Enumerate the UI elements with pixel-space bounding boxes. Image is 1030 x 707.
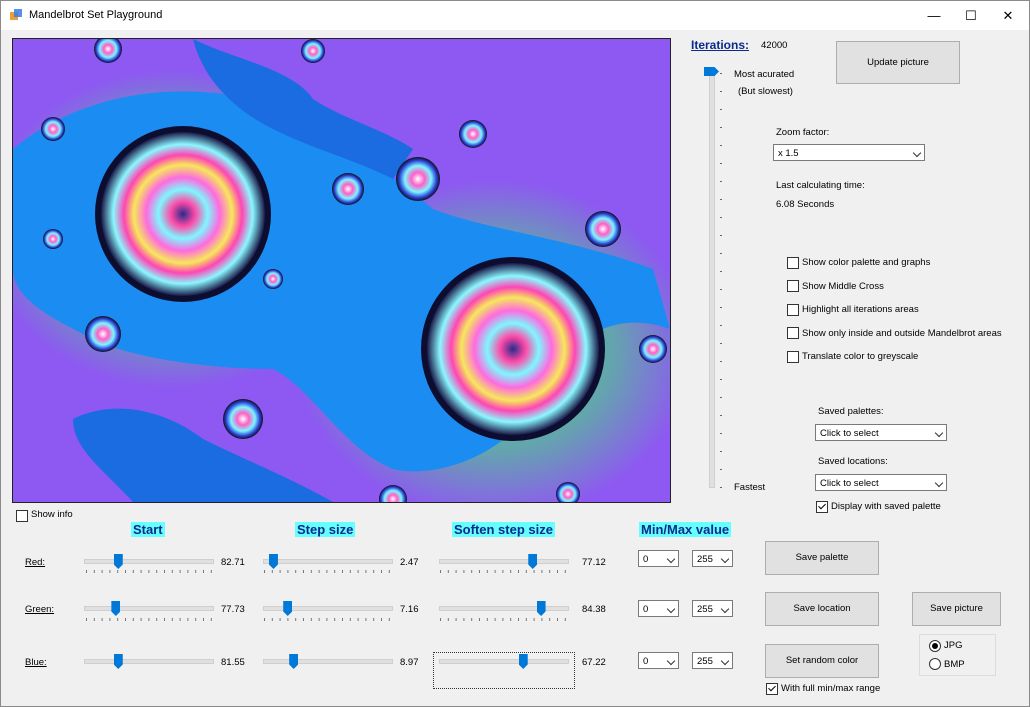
green-max-select[interactable]: 255 [692, 600, 733, 617]
red-soften-value: 77.12 [582, 557, 606, 568]
red-soften-thumb[interactable] [528, 554, 538, 569]
option-label-middle-cross: Show Middle Cross [802, 281, 884, 292]
fractal-canvas[interactable] [12, 38, 671, 503]
chevron-down-icon [720, 554, 730, 564]
chevron-down-icon [666, 554, 676, 564]
red-soften-slider[interactable] [439, 559, 569, 564]
row-label-blue: Blue: [25, 657, 47, 668]
chevron-down-icon [912, 148, 922, 158]
jpg-radio[interactable] [929, 640, 941, 652]
iterations-slider-track[interactable] [709, 71, 715, 488]
header-min-max: Min/Max value [639, 522, 732, 537]
blue-min-value: 0 [643, 656, 649, 667]
option-checkbox-highlight[interactable] [787, 304, 799, 316]
chevron-down-icon [720, 604, 730, 614]
red-max-select[interactable]: 255 [692, 550, 733, 567]
saved-palettes-value: Click to select [820, 428, 879, 439]
iterations-value: 42000 [761, 40, 788, 51]
jpg-label: JPG [944, 640, 963, 651]
header-soften-step-size: Soften step size [452, 522, 555, 537]
maximize-icon[interactable]: ☐ [952, 1, 990, 30]
iterations-label: Iterations: [691, 38, 750, 52]
chevron-down-icon [934, 478, 944, 488]
iterations-top-label: Most acurated [734, 69, 795, 80]
green-soften-value: 84.38 [582, 604, 606, 615]
blue-max-select[interactable]: 255 [692, 652, 733, 669]
option-checkbox-palette[interactable] [787, 257, 799, 269]
red-step-value: 2.47 [400, 557, 419, 568]
show-info-checkbox[interactable] [16, 510, 28, 522]
red-step-thumb[interactable] [268, 554, 278, 569]
full-range-label: With full min/max range [781, 683, 881, 694]
row-label-red: Red: [25, 557, 46, 568]
header-step-size: Step size [295, 522, 356, 537]
bmp-label: BMP [944, 659, 965, 670]
red-min-value: 0 [643, 554, 649, 565]
display-saved-palette-label: Display with saved palette [831, 501, 941, 512]
green-min-value: 0 [643, 604, 649, 615]
saved-locations-select[interactable]: Click to select [815, 474, 947, 491]
option-label-greyscale: Translate color to greyscale [802, 351, 919, 362]
saved-palettes-label: Saved palettes: [818, 406, 884, 417]
minimize-icon[interactable]: — [915, 1, 953, 30]
green-max-value: 255 [697, 604, 713, 615]
red-step-slider[interactable] [263, 559, 393, 564]
iterations-top-sub: (But slowest) [738, 86, 793, 97]
iterations-ticks [720, 73, 722, 488]
chevron-down-icon [720, 656, 730, 666]
option-label-inside-outside: Show only inside and outside Mandelbrot … [802, 328, 1002, 339]
iterations-slider-thumb[interactable] [704, 67, 719, 76]
iterations-bottom-label: Fastest [734, 482, 766, 493]
chevron-down-icon [666, 656, 676, 666]
row-label-green: Green: [25, 604, 55, 615]
save-picture-button[interactable]: Save picture [912, 592, 1001, 626]
red-min-select[interactable]: 0 [638, 550, 679, 567]
save-location-button[interactable]: Save location [765, 592, 879, 626]
blue-max-value: 255 [697, 656, 713, 667]
random-color-button[interactable]: Set random color [765, 644, 879, 678]
chevron-down-icon [666, 604, 676, 614]
red-start-thumb[interactable] [113, 554, 123, 569]
display-saved-palette-checkbox[interactable] [816, 501, 828, 513]
saved-locations-value: Click to select [820, 478, 879, 489]
red-max-value: 255 [697, 554, 713, 565]
mandelbrot-image[interactable] [13, 39, 670, 502]
option-checkbox-greyscale[interactable] [787, 351, 799, 363]
option-checkbox-middle-cross[interactable] [787, 280, 799, 292]
update-picture-button[interactable]: Update picture [836, 41, 960, 84]
save-palette-button[interactable]: Save palette [765, 541, 879, 575]
full-range-checkbox[interactable] [766, 683, 778, 695]
green-min-select[interactable]: 0 [638, 600, 679, 617]
saved-palettes-select[interactable]: Click to select [815, 424, 947, 441]
option-checkbox-inside-outside[interactable] [787, 327, 799, 339]
close-icon[interactable]: ✕ [989, 1, 1027, 30]
header-start: Start [131, 522, 165, 537]
calc-time-value: 6.08 Seconds [776, 199, 835, 210]
app-window: Mandelbrot Set Playground — ☐ ✕ Show inf… [0, 0, 1030, 707]
window-title: Mandelbrot Set Playground [29, 9, 163, 21]
app-icon [10, 9, 22, 20]
bmp-radio[interactable] [929, 658, 941, 670]
calc-time-label: Last calculating time: [776, 180, 865, 191]
blue-soften-value: 67.22 [582, 657, 606, 668]
show-info-label: Show info [31, 509, 73, 520]
option-label-highlight: Highlight all iterations areas [802, 304, 919, 315]
red-start-value: 82.71 [221, 557, 245, 568]
zoom-label: Zoom factor: [776, 127, 830, 138]
zoom-select[interactable]: x 1.5 [773, 144, 925, 161]
saved-locations-label: Saved locations: [818, 456, 888, 467]
slider-ticks [86, 570, 566, 621]
red-start-slider[interactable] [84, 559, 214, 564]
title-bar: Mandelbrot Set Playground — ☐ ✕ [1, 1, 1029, 30]
chevron-down-icon [934, 428, 944, 438]
blue-min-select[interactable]: 0 [638, 652, 679, 669]
zoom-value: x 1.5 [778, 148, 799, 159]
option-label-palette: Show color palette and graphs [802, 257, 931, 268]
